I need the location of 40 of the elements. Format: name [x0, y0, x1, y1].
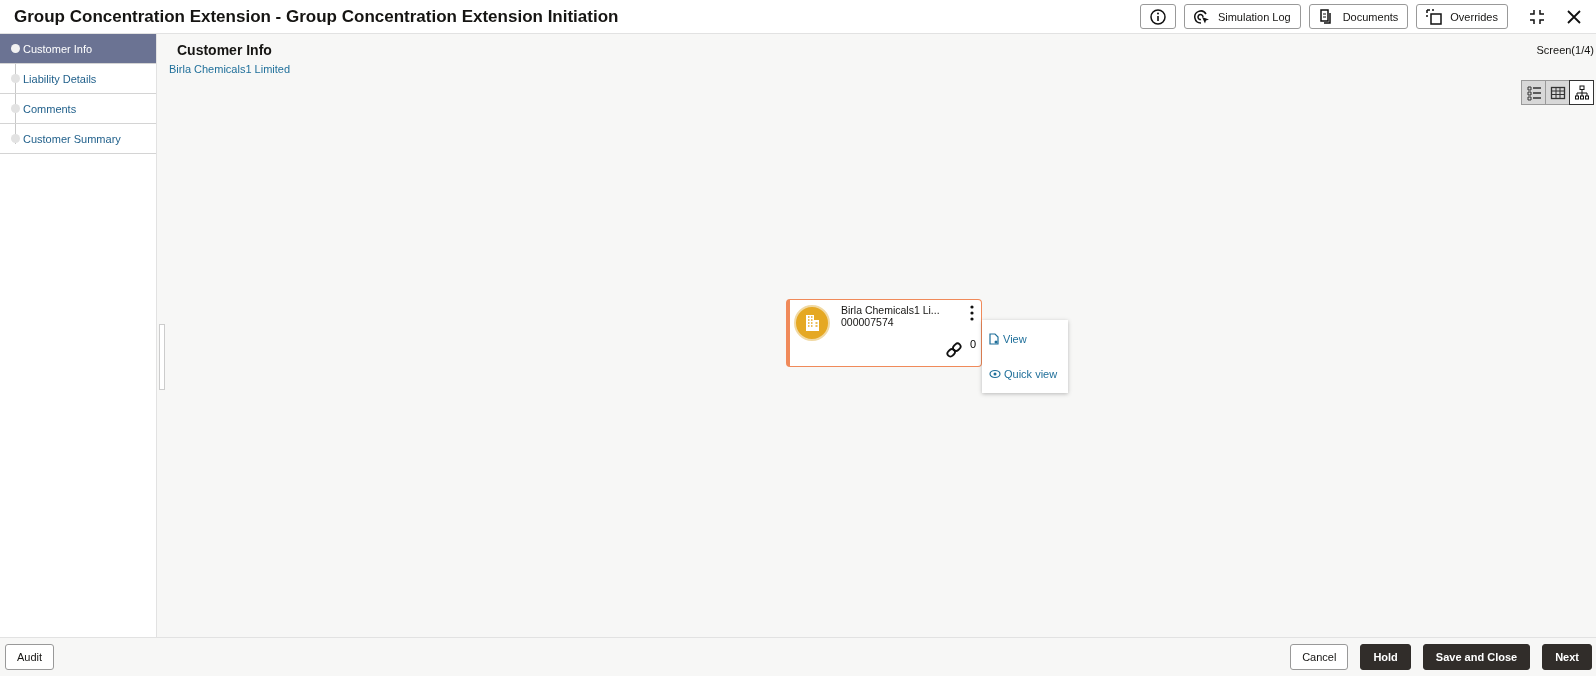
header-button[interactable]: Simulation Log: [1183, 4, 1301, 29]
step-item[interactable]: Customer Info: [0, 34, 156, 64]
link-count: 0: [969, 338, 976, 350]
list-view-button[interactable]: [1521, 80, 1546, 105]
customer-name: Birla Chemicals1 Li...: [841, 304, 940, 316]
footer-button[interactable]: Hold: [1360, 644, 1411, 670]
list-icon: [1525, 84, 1542, 101]
resize-handle[interactable]: [159, 324, 165, 390]
menu-item[interactable]: View: [982, 333, 1068, 346]
step-item[interactable]: Comments: [0, 94, 156, 124]
eye-icon: [989, 368, 1001, 379]
hierarchy-icon: [1573, 84, 1590, 101]
table-view-button[interactable]: [1545, 80, 1570, 105]
info-button[interactable]: [1139, 4, 1176, 29]
more-icon[interactable]: [969, 305, 975, 321]
tree-view-button[interactable]: [1569, 80, 1594, 105]
customer-node-card[interactable]: Birla Chemicals1 Li... 000007574 0: [786, 299, 982, 367]
section-title: Customer Info: [177, 42, 272, 58]
cursor-ring-icon: [1193, 8, 1210, 25]
menu-item[interactable]: Quick view: [982, 367, 1068, 380]
screen-counter: Screen(1/4): [1536, 44, 1594, 56]
footer-button[interactable]: Save and Close: [1422, 644, 1531, 670]
collapse-icon[interactable]: [1528, 7, 1546, 26]
audit-button[interactable]: Audit: [5, 644, 55, 670]
building-icon: [794, 305, 830, 341]
step-item[interactable]: Customer Summary: [0, 124, 156, 154]
close-icon[interactable]: [1566, 8, 1582, 25]
window-title: Group Concentration Extension - Group Concentration Extension Initiation: [14, 6, 619, 27]
header-button[interactable]: Overrides: [1416, 4, 1508, 29]
overrides-icon: [1426, 8, 1443, 25]
footer-button[interactable]: Next: [1542, 644, 1592, 670]
breadcrumb-link[interactable]: Birla Chemicals1 Limited: [169, 63, 1594, 75]
info-icon: [1149, 8, 1166, 25]
link-icon: [945, 341, 963, 359]
header-button[interactable]: Documents: [1308, 4, 1409, 29]
customer-id: 000007574: [841, 316, 895, 328]
footer-button[interactable]: Cancel: [1290, 644, 1349, 670]
table-icon: [1549, 84, 1566, 101]
step-item[interactable]: Liability Details: [0, 64, 156, 94]
document-icon: [989, 333, 1000, 346]
